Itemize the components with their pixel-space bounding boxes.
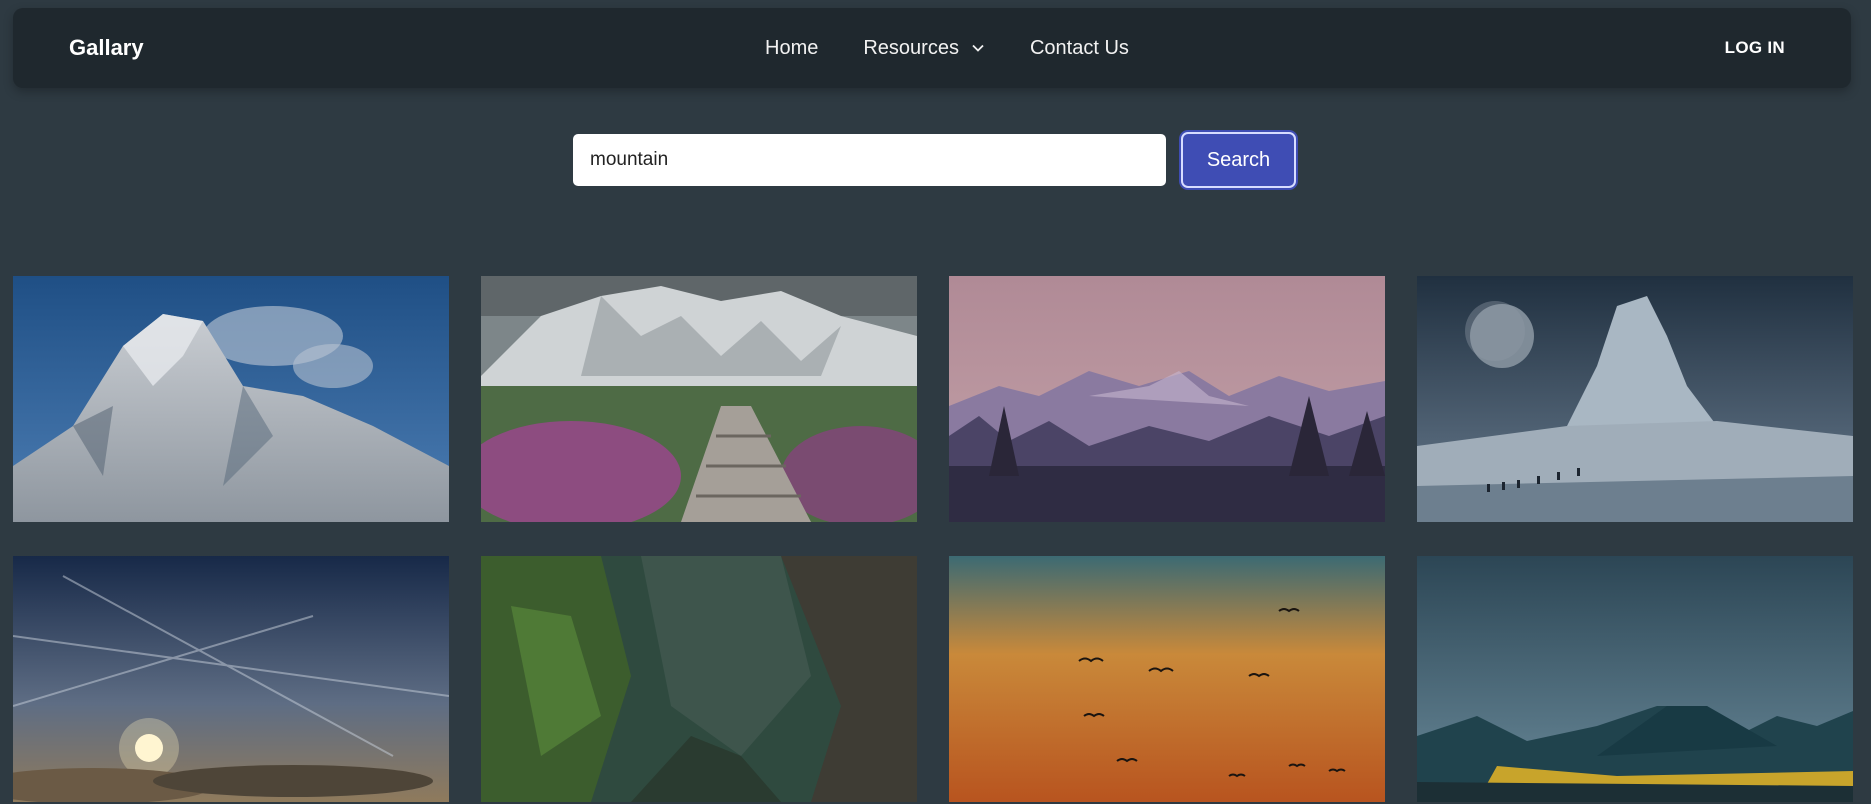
- mountain-peak-image: [13, 276, 449, 522]
- stone-giant-image: [1417, 276, 1853, 522]
- stone-path-image: [481, 276, 917, 522]
- gallery-image[interactable]: [949, 276, 1385, 522]
- navbar: Gallary Home Resources Contact Us LOG IN: [13, 8, 1851, 88]
- sunset-birds-image: [949, 556, 1385, 802]
- nav-links: Home Resources Contact Us: [765, 37, 1129, 60]
- nav-link-resources-label: Resources: [863, 36, 959, 59]
- login-button[interactable]: LOG IN: [1725, 38, 1785, 58]
- gallery-image[interactable]: [1417, 556, 1853, 802]
- brand-logo[interactable]: Gallary: [69, 35, 144, 61]
- canyon-image: [481, 556, 917, 802]
- purple-mountains-image: [949, 276, 1385, 522]
- gallery-image[interactable]: [949, 556, 1385, 802]
- search-bar: Search: [573, 132, 1296, 188]
- search-button[interactable]: Search: [1181, 132, 1296, 188]
- flat-mountains-image: [1417, 556, 1853, 802]
- chevron-down-icon: [972, 44, 984, 52]
- nav-link-resources[interactable]: Resources: [863, 37, 985, 60]
- sun-clouds-image: [13, 556, 449, 802]
- gallery-image[interactable]: [13, 276, 449, 522]
- gallery-image[interactable]: [13, 556, 449, 802]
- search-input[interactable]: [573, 134, 1166, 186]
- gallery-image[interactable]: [481, 276, 917, 522]
- nav-link-home[interactable]: Home: [765, 37, 818, 60]
- gallery-image[interactable]: [1417, 276, 1853, 522]
- gallery-image[interactable]: [481, 556, 917, 802]
- nav-link-contact[interactable]: Contact Us: [1030, 37, 1129, 60]
